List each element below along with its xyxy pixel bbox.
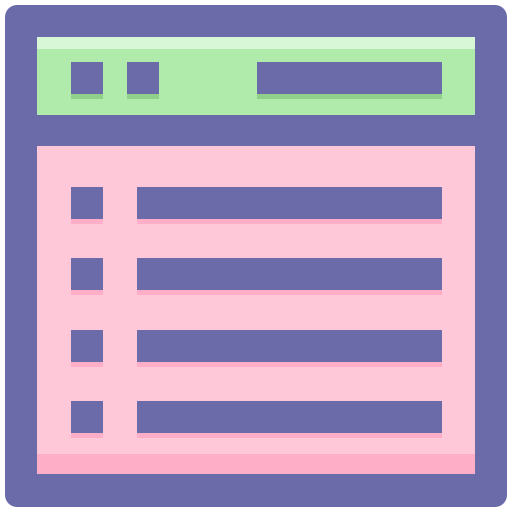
list-item-bullet-shadow [71, 290, 103, 295]
list-item-line-shadow [137, 433, 442, 438]
list-item-bullet-shadow [71, 433, 103, 438]
list-item-line [137, 330, 442, 362]
address-bar [257, 62, 442, 94]
list-item-line [137, 258, 442, 290]
browser-list-window-icon [0, 0, 512, 512]
list-item-line-shadow [137, 219, 442, 224]
list-item-bullet-shadow [71, 219, 103, 224]
title-bar-highlight [37, 37, 475, 49]
list-item-bullet [71, 258, 103, 290]
list-item-line [137, 401, 442, 433]
window-control-square [71, 62, 103, 94]
window-control-square [127, 62, 159, 94]
window-control-shadow [71, 94, 103, 99]
list-item-line-shadow [137, 362, 442, 367]
list-item-bullet [71, 330, 103, 362]
list-item-bullet [71, 401, 103, 433]
address-bar-shadow [257, 94, 442, 99]
list-item-bullet [71, 187, 103, 219]
window-control-shadow [127, 94, 159, 99]
content-bottom-band [37, 454, 475, 474]
list-item-line-shadow [137, 290, 442, 295]
list-item-bullet-shadow [71, 362, 103, 367]
list-item-line [137, 187, 442, 219]
